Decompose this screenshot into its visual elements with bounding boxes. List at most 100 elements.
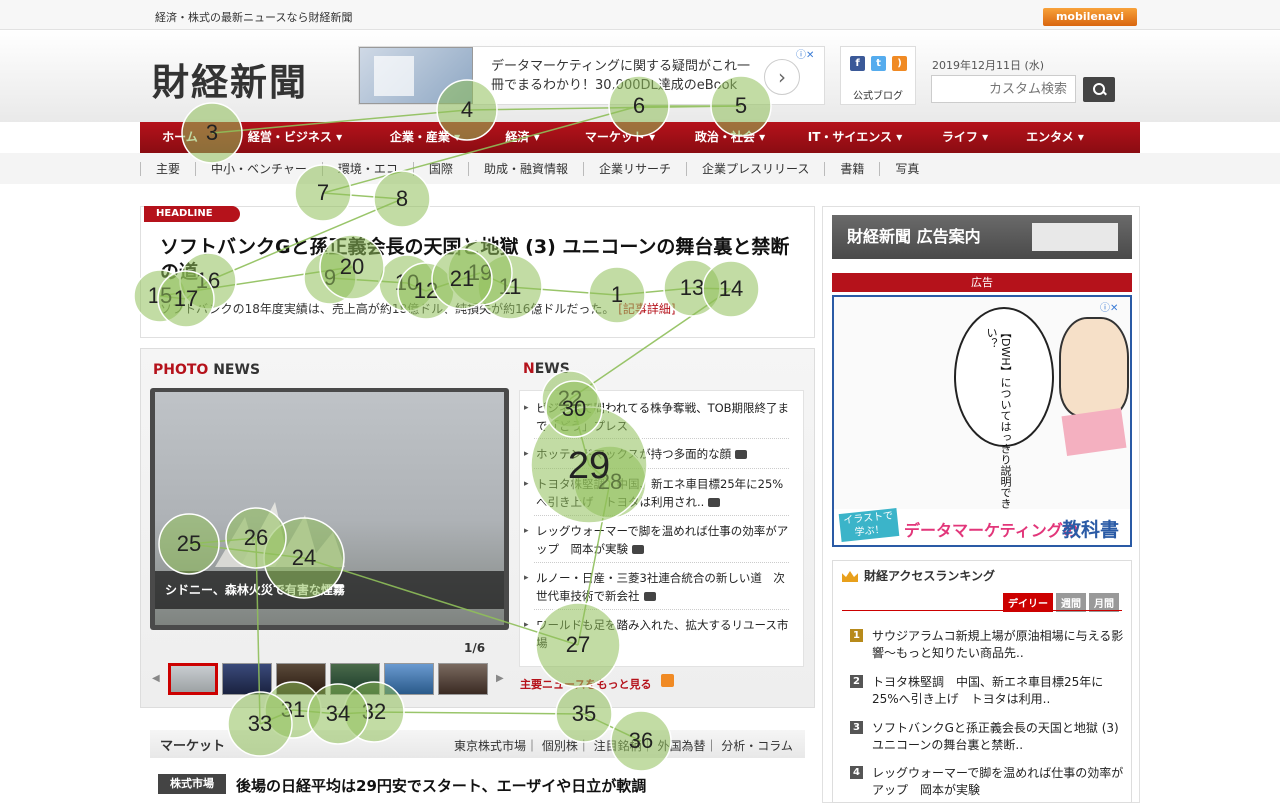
- thumbnail-2[interactable]: [222, 663, 272, 695]
- news-item-1[interactable]: ビジネスで問われてる株争奪戦、TOB期限終了まで「どう」プレス: [524, 399, 791, 435]
- news-item-text[interactable]: ホッテンドマックスが持つ多面的な顔: [536, 447, 731, 461]
- rss-icon[interactable]: [661, 674, 674, 687]
- headline-lead-text: ソフトバンクの18年度実績は、売上高が約18億ドル、純損失が約16億ドルだった。: [160, 302, 615, 316]
- ad-label: 広告: [832, 273, 1132, 292]
- nav-life[interactable]: ライフ ▾: [925, 122, 1005, 153]
- gaze-path-segment: [337, 711, 375, 715]
- nav-market[interactable]: マーケット ▾: [565, 122, 675, 153]
- news-item-text[interactable]: レッグウォーマーで脚を温めれば仕事の効率がアップ 岡本が実験: [536, 524, 788, 556]
- rank-number: 4: [850, 766, 863, 779]
- top-strip: 経済・株式の最新ニュースなら財経新聞 mobilenavi: [0, 0, 1280, 30]
- ad-tag-textbook: 教科書: [1062, 519, 1120, 541]
- news-separator: [534, 562, 789, 563]
- ad-guide-text[interactable]: 財経新聞 広告案内: [847, 227, 981, 246]
- official-blog-link[interactable]: 公式ブログ: [841, 87, 915, 102]
- nav-entertainment[interactable]: エンタメ ▾: [1005, 122, 1105, 153]
- current-date: 2019年12月11日 (水): [932, 59, 1045, 72]
- opera-house-image: [215, 502, 345, 567]
- gaze-path-segment: [322, 192, 403, 200]
- nav-politics[interactable]: 政治・社会 ▾: [675, 122, 785, 153]
- news-item-text[interactable]: ワールドも足を踏み入れた、拡大するリユース市場: [536, 618, 788, 650]
- ad-choices-icon[interactable]: ⓘ✕: [796, 46, 814, 61]
- headline-title[interactable]: ソフトバンクGと孫正義会長の天国と地獄 (3) ユニコーンの舞台裏と禁断の道: [160, 235, 800, 285]
- subnav-international[interactable]: 国際: [412, 161, 468, 176]
- newspaper-image: [1032, 223, 1118, 251]
- nav-economy[interactable]: 経済 ▾: [480, 122, 565, 153]
- facebook-icon[interactable]: f: [850, 56, 865, 71]
- news-item-2[interactable]: ホッテンドマックスが持つ多面的な顔: [524, 445, 791, 463]
- subnav-funding[interactable]: 助成・融資情報: [467, 161, 583, 176]
- rss-icon[interactable]: ): [892, 56, 907, 71]
- thumbnail-3[interactable]: [276, 663, 326, 695]
- news-separator: [534, 468, 789, 469]
- search-icon[interactable]: [1083, 77, 1115, 102]
- gaze-path-segment: [292, 709, 339, 715]
- crown-icon: [842, 571, 858, 582]
- photo-news-title-rest: NEWS: [208, 362, 261, 378]
- rank-number: 2: [850, 675, 863, 688]
- headline-badge: HEADLINE: [144, 206, 240, 222]
- photo-pager: 1/6: [464, 641, 486, 655]
- nav-it-science[interactable]: IT・サイエンス ▾: [785, 122, 925, 153]
- nav-business[interactable]: 経営・ビジネス ▾: [220, 122, 370, 153]
- site-tagline: 経済・株式の最新ニュースなら財経新聞: [155, 11, 353, 24]
- news-item-text[interactable]: トヨタ株堅調 中国、新エネ車目標25年に25%へ引き上げ トヨタは利用され..: [536, 477, 783, 509]
- nav-industry[interactable]: 企業・産業 ▾: [370, 122, 480, 153]
- headline-more-link[interactable]: [記事詳細]: [618, 302, 675, 316]
- site-logo[interactable]: 財経新聞: [152, 52, 308, 106]
- ad-tag-data: データマーケティングの: [904, 521, 1079, 540]
- subnav-press[interactable]: 企業プレスリリース: [685, 161, 824, 176]
- subnav-photos[interactable]: 写真: [879, 161, 934, 176]
- illustration-book: [1061, 408, 1127, 456]
- next-arrow-icon[interactable]: ▶: [496, 673, 504, 684]
- ranking-item-4[interactable]: レッグウォーマーで脚を温めれば仕事の効率がアップ 岡本が実験: [872, 765, 1127, 799]
- news-item-4[interactable]: レッグウォーマーで脚を温めれば仕事の効率がアップ 岡本が実験: [524, 522, 791, 558]
- camera-icon: [708, 498, 721, 507]
- news-separator: [534, 515, 789, 516]
- search-input[interactable]: [931, 75, 1076, 103]
- thumbnail-5[interactable]: [384, 663, 434, 695]
- header-ad-banner[interactable]: データマーケティングに関する疑問がこれ一冊でまるわかり！30,000DL達成のe…: [358, 46, 825, 105]
- rank-number: 3: [850, 721, 863, 734]
- news-title: NEWS: [523, 361, 570, 377]
- camera-icon: [643, 592, 656, 601]
- news-item-3[interactable]: トヨタ株堅調 中国、新エネ車目標25年に25%へ引き上げ トヨタは利用され..: [524, 475, 791, 511]
- ad-thumbnail: [359, 47, 473, 104]
- ad-choices-icon[interactable]: ⓘ✕: [1100, 299, 1118, 314]
- subnav-eco[interactable]: 環境・エコ: [321, 161, 413, 176]
- ad-guide-banner[interactable]: 財経新聞 広告案内: [832, 215, 1132, 259]
- market-tabs[interactable]: 東京株式市場｜ 個別株｜ 注目銘柄｜ 外国為替｜ 分析・コラム: [454, 737, 793, 754]
- thumbnail-4[interactable]: [330, 663, 380, 695]
- ranking-title: 財経アクセスランキング: [842, 567, 995, 584]
- news-item-text[interactable]: ビジネスで問われてる株争奪戦、TOB期限終了まで「どう」プレス: [536, 401, 789, 433]
- gaze-path-segment: [373, 711, 585, 715]
- nav-home[interactable]: ホーム: [140, 122, 220, 153]
- more-news-link[interactable]: 主要ニュースをもっと見る: [520, 676, 651, 692]
- main-nav: ホーム 経営・ビジネス ▾ 企業・産業 ▾ 経済 ▾ マーケット ▾ 政治・社会…: [140, 122, 1140, 153]
- stock-headline[interactable]: 後場の日経平均は29円安でスタート、エーザイや日立が軟調: [236, 775, 646, 796]
- sidebar-ad[interactable]: 【DWH】についてはっきり説明できるかい？ イラストで学ぶ！ データマーケティン…: [832, 295, 1132, 547]
- camera-icon: [632, 545, 644, 554]
- ranking-item-1[interactable]: サウジアラムコ新規上場が原油相場に与える影響〜もっと知りたい商品先..: [872, 628, 1127, 662]
- news-item-6[interactable]: ワールドも足を踏み入れた、拡大するリユース市場: [524, 616, 791, 652]
- news-item-text[interactable]: ルノー・日産・三菱3社連合統合の新しい道 次世代車技術で新会社: [536, 571, 785, 603]
- news-item-5[interactable]: ルノー・日産・三菱3社連合統合の新しい道 次世代車技術で新会社: [524, 569, 791, 605]
- prev-arrow-icon[interactable]: ◀: [152, 673, 160, 684]
- chevron-right-icon[interactable]: ›: [764, 59, 800, 95]
- subnav-books[interactable]: 書籍: [824, 161, 879, 176]
- news-separator: [534, 438, 789, 439]
- subnav-main[interactable]: 主要: [140, 161, 195, 176]
- subnav-research[interactable]: 企業リサーチ: [582, 161, 686, 176]
- illustration-face: [1059, 317, 1129, 417]
- thumbnail-6[interactable]: [438, 663, 488, 695]
- ranking-item-3[interactable]: ソフトバンクGと孫正義会長の天国と地獄 (3) ユニコーンの舞台裏と禁断..: [872, 720, 1127, 754]
- thumbnail-1[interactable]: [168, 663, 218, 695]
- ad-text[interactable]: データマーケティングに関する疑問がこれ一冊でまるわかり！30,000DL達成のe…: [491, 57, 761, 95]
- photo-caption[interactable]: シドニー、森林火災で有害な煙霧: [155, 571, 504, 609]
- news-separator: [534, 609, 789, 610]
- twitter-icon[interactable]: t: [871, 56, 886, 71]
- gaze-path-segment: [259, 709, 294, 725]
- subnav-venture[interactable]: 中小・ベンチャー: [195, 161, 322, 176]
- mobilenavi-link[interactable]: mobilenavi: [1043, 8, 1137, 26]
- ranking-item-2[interactable]: トヨタ株堅調 中国、新エネ車目標25年に25%へ引き上げ トヨタは利用..: [872, 674, 1127, 708]
